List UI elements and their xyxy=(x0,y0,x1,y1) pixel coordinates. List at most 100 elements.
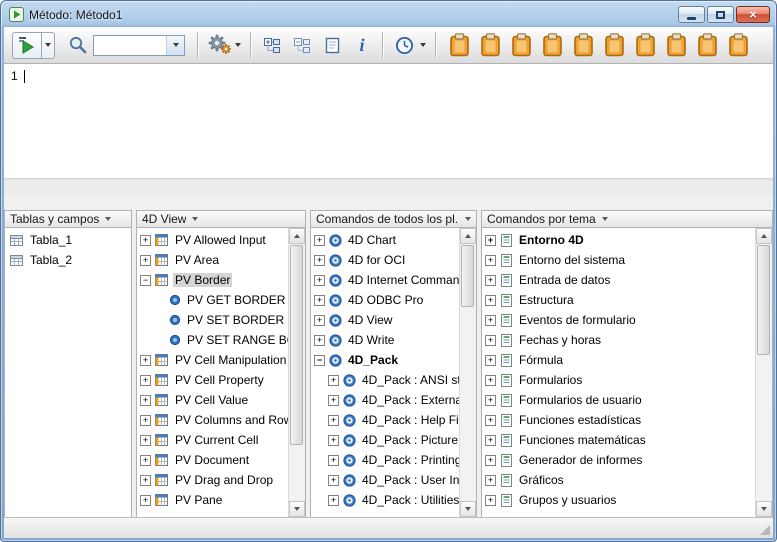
vertical-scrollbar[interactable] xyxy=(459,228,476,517)
tree-item[interactable]: PV SET BORDER STYLE xyxy=(137,310,305,330)
expand-icon[interactable]: + xyxy=(485,435,496,446)
expand-icon[interactable]: + xyxy=(485,315,496,326)
tree-item[interactable]: +4D for OCI xyxy=(311,250,476,270)
tree-item[interactable]: +4D_Pack : Printing xyxy=(311,450,476,470)
expand-icon[interactable]: + xyxy=(328,475,339,486)
clipboard-button-9[interactable] xyxy=(696,32,718,58)
close-button[interactable]: × xyxy=(736,6,770,23)
tree-item[interactable]: +Formularios de usuario xyxy=(482,390,772,410)
scroll-thumb[interactable] xyxy=(461,245,474,307)
run-dropdown-button[interactable] xyxy=(42,32,55,59)
tree-item[interactable]: +Fechas y horas xyxy=(482,330,772,350)
clock-dropdown-button[interactable] xyxy=(417,32,428,58)
tree-item[interactable]: +PV Area xyxy=(137,250,305,270)
expand-icon[interactable]: + xyxy=(485,395,496,406)
tree-item[interactable]: +Formularios xyxy=(482,370,772,390)
tree-item[interactable]: +Gráficos xyxy=(482,470,772,490)
tree-item[interactable]: +Funciones matemáticas xyxy=(482,430,772,450)
panel-header[interactable]: 4D View xyxy=(136,210,306,228)
tree-item[interactable]: +Entrada de datos xyxy=(482,270,772,290)
expand-icon[interactable]: + xyxy=(485,495,496,506)
expand-icon[interactable]: + xyxy=(314,255,325,266)
tree-item[interactable]: +4D_Pack : User Interface xyxy=(311,470,476,490)
minimize-button[interactable] xyxy=(678,6,705,23)
tree-item[interactable]: Tabla_2 xyxy=(5,250,131,270)
clipboard-button-1[interactable] xyxy=(448,32,470,58)
tree-item[interactable]: PV SET RANGE BORDER xyxy=(137,330,305,350)
code-editor[interactable]: 1 xyxy=(4,64,773,178)
scroll-down-button[interactable] xyxy=(460,501,476,517)
tree-item[interactable]: +4D Chart xyxy=(311,230,476,250)
expand-icon[interactable]: + xyxy=(140,455,151,466)
panel-header[interactable]: Comandos de todos los pl... xyxy=(310,210,477,228)
expand-tree-icon[interactable] xyxy=(259,32,285,58)
expand-icon[interactable]: + xyxy=(485,415,496,426)
tree-item[interactable]: +PV Drag and Drop xyxy=(137,470,305,490)
scroll-up-button[interactable] xyxy=(756,228,772,244)
panel-body[interactable]: +4D Chart+4D for OCI+4D Internet Command… xyxy=(310,228,477,518)
panel-body[interactable]: +PV Allowed Input+PV Area−PV BorderPV GE… xyxy=(136,228,306,518)
expand-icon[interactable]: + xyxy=(485,295,496,306)
tree-item[interactable]: +PV Allowed Input xyxy=(137,230,305,250)
tree-item[interactable]: +Eventos de formulario xyxy=(482,310,772,330)
expand-icon[interactable]: + xyxy=(314,315,325,326)
header-menu-arrow-icon[interactable] xyxy=(105,217,111,221)
search-icon[interactable] xyxy=(65,32,91,58)
tree-item[interactable]: +PV Cell Property xyxy=(137,370,305,390)
scroll-up-button[interactable] xyxy=(289,228,305,244)
tree-item[interactable]: +Fórmula xyxy=(482,350,772,370)
expand-icon[interactable]: + xyxy=(485,355,496,366)
expand-icon[interactable]: + xyxy=(485,335,496,346)
scroll-down-button[interactable] xyxy=(289,501,305,517)
collapse-icon[interactable]: − xyxy=(314,355,325,366)
expand-icon[interactable]: + xyxy=(485,275,496,286)
clock-icon[interactable] xyxy=(391,32,417,58)
clipboard-button-5[interactable] xyxy=(572,32,594,58)
expand-icon[interactable]: + xyxy=(328,455,339,466)
header-menu-arrow-icon[interactable] xyxy=(465,217,471,221)
tree-item[interactable]: +4D_Pack : External area xyxy=(311,390,476,410)
expand-icon[interactable]: + xyxy=(140,235,151,246)
run-method-button[interactable] xyxy=(12,32,42,59)
expand-icon[interactable]: + xyxy=(314,295,325,306)
vertical-scrollbar[interactable] xyxy=(755,228,772,517)
expand-icon[interactable]: + xyxy=(328,395,339,406)
tree-item[interactable]: +4D Write xyxy=(311,330,476,350)
expand-icon[interactable]: + xyxy=(485,455,496,466)
tree-item[interactable]: +4D ODBC Pro xyxy=(311,290,476,310)
clipboard-button-4[interactable] xyxy=(541,32,563,58)
tree-item[interactable]: +4D_Pack : Help Files xyxy=(311,410,476,430)
expand-icon[interactable]: + xyxy=(328,415,339,426)
tree-item[interactable]: +Entorno del sistema xyxy=(482,250,772,270)
editor-horizontal-scrollbar[interactable] xyxy=(4,178,773,196)
header-menu-arrow-icon[interactable] xyxy=(602,217,608,221)
title-bar[interactable]: Método: Método1 × xyxy=(9,4,770,25)
collapse-tree-icon[interactable] xyxy=(289,32,315,58)
info-icon[interactable]: i xyxy=(349,32,375,58)
expand-icon[interactable]: + xyxy=(485,255,496,266)
expand-icon[interactable]: + xyxy=(328,375,339,386)
clipboard-button-3[interactable] xyxy=(510,32,532,58)
expand-icon[interactable]: + xyxy=(140,495,151,506)
tree-item[interactable]: +Entorno 4D xyxy=(482,230,772,250)
panel-body[interactable]: +Entorno 4D+Entorno del sistema+Entrada … xyxy=(481,228,773,518)
clipboard-button-6[interactable] xyxy=(603,32,625,58)
clipboard-button-10[interactable] xyxy=(727,32,749,58)
tree-item[interactable]: +PV Cell Value xyxy=(137,390,305,410)
clipboard-button-7[interactable] xyxy=(634,32,656,58)
expand-icon[interactable]: + xyxy=(328,495,339,506)
expand-icon[interactable]: + xyxy=(140,375,151,386)
vertical-scrollbar[interactable] xyxy=(288,228,305,517)
panel-header[interactable]: Tablas y campos xyxy=(4,210,132,228)
macro-page-icon[interactable] xyxy=(319,32,345,58)
tree-item[interactable]: +PV Current Cell xyxy=(137,430,305,450)
panel-header[interactable]: Comandos por tema xyxy=(481,210,773,228)
expand-icon[interactable]: + xyxy=(140,435,151,446)
expand-icon[interactable]: + xyxy=(485,475,496,486)
scroll-up-button[interactable] xyxy=(460,228,476,244)
tree-item[interactable]: +PV Pane xyxy=(137,490,305,510)
tree-item[interactable]: +4D View xyxy=(311,310,476,330)
settings-dropdown-button[interactable] xyxy=(232,32,243,58)
combobox-dropdown-icon[interactable] xyxy=(166,36,184,55)
expand-icon[interactable]: + xyxy=(485,235,496,246)
